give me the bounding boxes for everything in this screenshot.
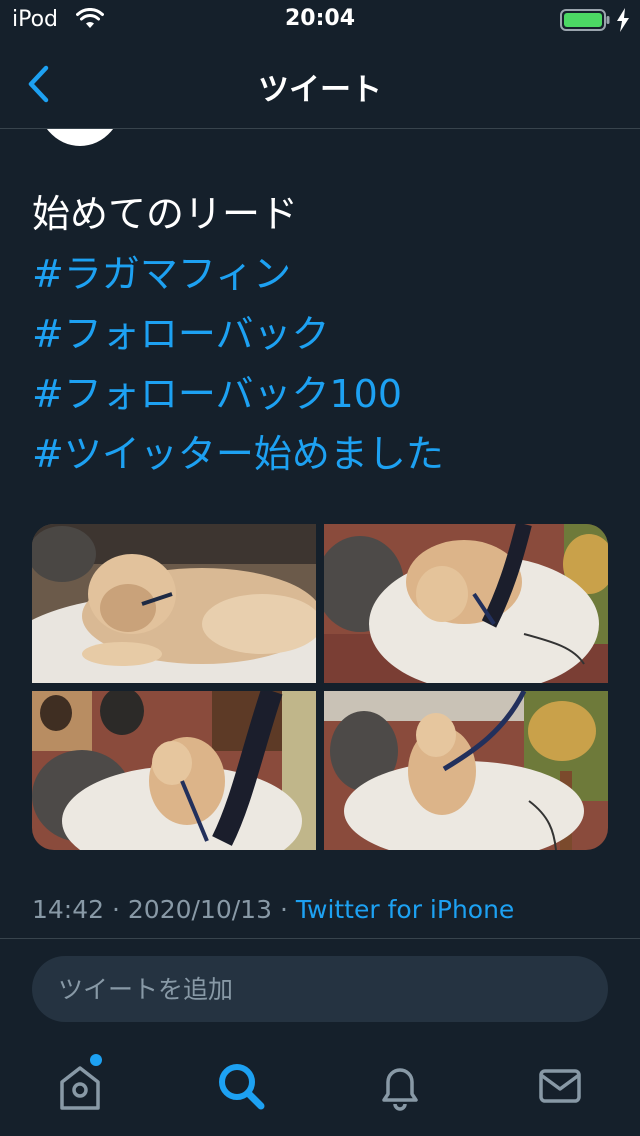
charging-icon [617, 8, 629, 32]
tweet-photo-4[interactable] [324, 691, 608, 850]
battery-icon [560, 9, 610, 31]
hashtag-link[interactable]: #ラガマフィン [32, 244, 622, 304]
status-time: 20:04 [284, 6, 356, 31]
meta-separator: · [279, 895, 288, 924]
status-bar: iPod 20:04 [0, 0, 640, 40]
cat-photo-image [324, 524, 608, 683]
tab-messages[interactable] [530, 1056, 590, 1116]
tweet-photo-3[interactable] [32, 691, 316, 850]
hashtag-link[interactable]: #フォローバック100 [32, 364, 622, 424]
divider [0, 938, 640, 939]
search-icon [219, 1064, 265, 1110]
tweet-photo-1[interactable] [32, 524, 316, 683]
page-title: ツイート [258, 72, 382, 108]
cat-photo-image [324, 691, 608, 850]
hashtag-link[interactable]: #ツイッター始めました [32, 424, 622, 484]
mail-icon [539, 1069, 581, 1103]
cat-photo-image [32, 524, 316, 683]
tweet-meta: 14:42 · 2020/10/13 · Twitter for iPhone [32, 895, 514, 924]
bell-icon [382, 1068, 418, 1111]
home-badge-dot [90, 1054, 102, 1066]
tweet-text: 始めてのリード #ラガマフィン #フォローバック #フォローバック100 #ツイ… [32, 184, 622, 484]
reply-input[interactable] [32, 956, 608, 1022]
tweet-date: 2020/10/13 [127, 895, 272, 924]
tab-notifications[interactable] [370, 1056, 430, 1116]
hashtag-link[interactable]: #フォローバック [32, 304, 622, 364]
tweet-photo-2[interactable] [324, 524, 608, 683]
tweet-media-grid [32, 524, 608, 850]
cat-photo-image [32, 691, 316, 850]
meta-separator: · [112, 895, 120, 924]
tweet-detail-screen: iPod 20:04 ツイート 始めてのリード #ラガマフィン #フォローバック… [0, 0, 640, 1136]
tweet-body-text: 始めてのリード [32, 192, 299, 236]
tab-home[interactable] [50, 1056, 110, 1116]
tweet-source-link[interactable]: Twitter for iPhone [296, 895, 514, 924]
tweet-time: 14:42 [32, 895, 105, 924]
tab-search[interactable] [211, 1056, 271, 1116]
home-icon [60, 1066, 100, 1110]
nav-bar: ツイート [0, 40, 640, 129]
